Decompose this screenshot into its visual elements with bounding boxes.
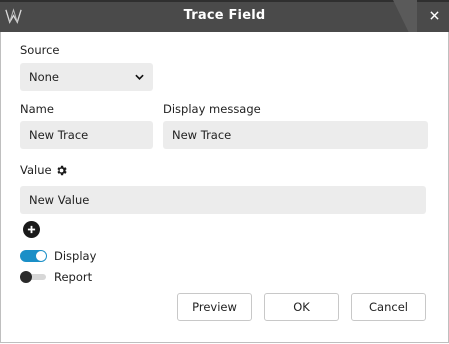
display-message-input[interactable]: New Trace (163, 121, 428, 149)
report-toggle-label: Report (54, 270, 93, 284)
source-select[interactable]: None (20, 63, 153, 91)
name-input[interactable]: New Trace (20, 121, 153, 149)
source-label: Source (20, 43, 60, 57)
close-button[interactable] (423, 4, 445, 26)
add-value-button[interactable] (23, 221, 40, 238)
ok-button[interactable]: OK (264, 293, 339, 321)
report-toggle-knob (20, 271, 32, 283)
plus-circle-icon (27, 225, 36, 234)
gear-icon[interactable] (55, 164, 68, 177)
report-toggle[interactable] (20, 271, 47, 283)
name-label: Name (20, 102, 54, 116)
close-icon (429, 10, 439, 20)
display-toggle-label: Display (54, 249, 97, 263)
value-label: Value (20, 163, 52, 177)
value-input[interactable]: New Value (20, 186, 426, 214)
title-bar: Trace Field (0, 0, 449, 32)
display-message-label: Display message (163, 102, 261, 116)
title-bar-strip (0, 0, 449, 2)
display-toggle[interactable] (20, 250, 47, 262)
preview-button[interactable]: Preview (177, 293, 252, 321)
source-selected-value: None (29, 70, 60, 84)
dialog-title: Trace Field (183, 8, 266, 23)
display-toggle-knob (36, 251, 46, 261)
cancel-button[interactable]: Cancel (351, 293, 426, 321)
chevron-down-icon (135, 74, 144, 80)
